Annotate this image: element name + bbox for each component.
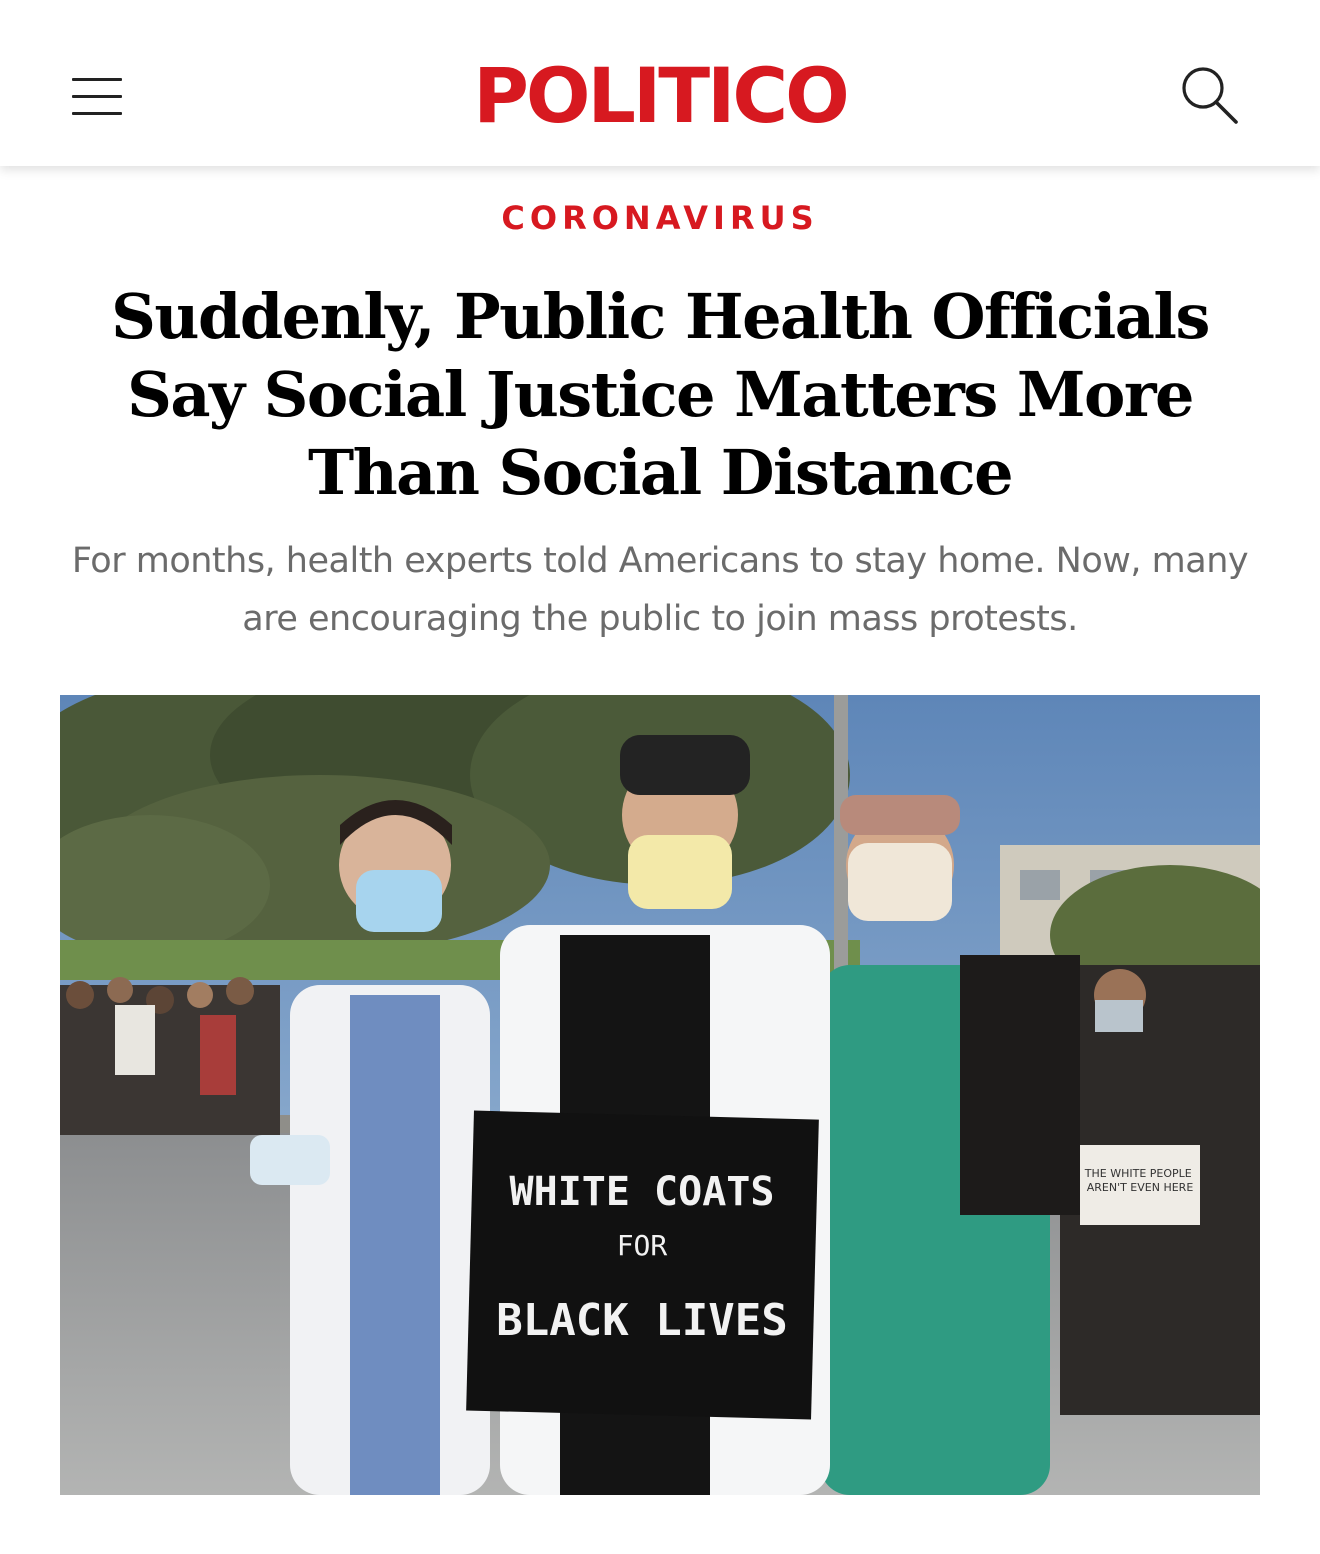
- section-label[interactable]: CORONAVIRUS: [0, 196, 1320, 240]
- crowd-right: THE WHITE PEOPLE AREN'T EVEN HERE: [1060, 965, 1260, 1415]
- hero-photo: THE WHITE PEOPLE AREN'T EVEN HERE WHITE …: [60, 695, 1260, 1495]
- article-dek: For months, health experts told American…: [71, 541, 1249, 639]
- sign-line-3: BLACK LIVES: [496, 1295, 787, 1346]
- top-navigation-bar: POLITICO: [0, 0, 1320, 166]
- sign-line-2: FOR: [617, 1229, 668, 1262]
- crowd-left: [60, 977, 280, 1135]
- hamburger-menu-icon[interactable]: [72, 78, 124, 118]
- sign-line-1: WHITE COATS: [510, 1169, 775, 1215]
- protest-sign: WHITE COATS FOR BLACK LIVES: [466, 1110, 819, 1420]
- search-icon[interactable]: [1176, 64, 1242, 130]
- article-headline: Suddenly, Public Health Officials Say So…: [111, 280, 1210, 509]
- background-protest-sign: THE WHITE PEOPLE AREN'T EVEN HERE: [1084, 1167, 1195, 1194]
- politico-logo[interactable]: POLITICO: [440, 52, 880, 140]
